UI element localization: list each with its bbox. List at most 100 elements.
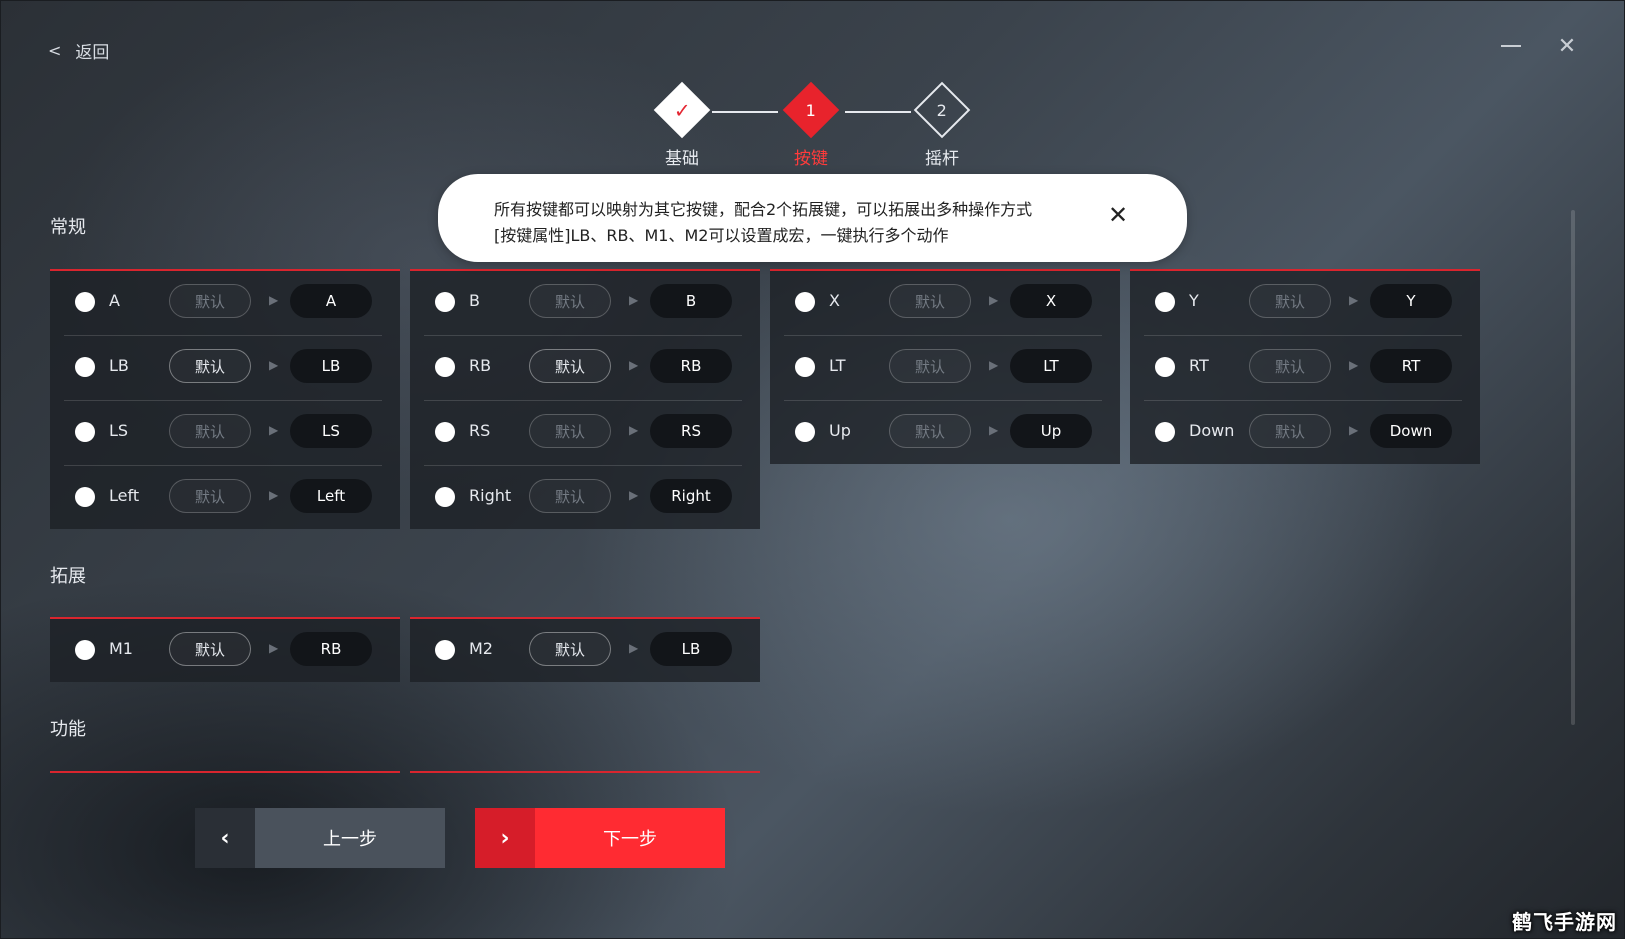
key-name: LS	[109, 421, 129, 440]
mapped-key-pill[interactable]: RB	[290, 632, 372, 666]
arrow-right-icon: ▶	[1349, 358, 1359, 372]
key-name: M1	[109, 639, 133, 658]
default-pill[interactable]: 默认	[169, 414, 251, 448]
mapped-key-pill[interactable]: B	[650, 284, 732, 318]
key-row: M1 默认 ▶ RB	[50, 619, 400, 684]
mapped-key-pill[interactable]: A	[290, 284, 372, 318]
mapped-key-pill[interactable]: LS	[290, 414, 372, 448]
key-radio[interactable]	[435, 292, 455, 312]
default-pill[interactable]: 默认	[529, 479, 611, 513]
arrow-right-icon: ▶	[989, 293, 999, 307]
key-radio[interactable]	[75, 640, 95, 660]
key-row: X 默认 ▶ X	[770, 271, 1120, 336]
key-radio[interactable]	[75, 487, 95, 507]
key-radio[interactable]	[75, 357, 95, 377]
chevron-left-icon: <	[48, 41, 62, 60]
mapped-key-pill[interactable]: Down	[1370, 414, 1452, 448]
key-radio[interactable]	[795, 357, 815, 377]
mapped-key-pill[interactable]: LB	[650, 632, 732, 666]
key-radio[interactable]	[75, 292, 95, 312]
tooltip-close-button[interactable]: ✕	[1108, 201, 1128, 229]
step-todo-diamond: 2	[913, 81, 971, 139]
key-radio[interactable]	[1155, 292, 1175, 312]
next-step-button[interactable]: › 下一步	[475, 808, 725, 868]
default-pill[interactable]: 默认	[1249, 414, 1331, 448]
prev-step-button[interactable]: ‹ 上一步	[195, 808, 445, 868]
arrow-right-icon: ▶	[989, 358, 999, 372]
mapped-key-pill[interactable]: X	[1010, 284, 1092, 318]
mapped-key-pill[interactable]: RT	[1370, 349, 1452, 383]
arrow-right-icon: ▶	[269, 641, 279, 655]
key-row: RB 默认 ▶ RB	[410, 336, 760, 401]
arrow-right-icon: ▶	[269, 293, 279, 307]
default-pill[interactable]: 默认	[169, 632, 251, 666]
key-radio[interactable]	[1155, 357, 1175, 377]
key-name: Right	[469, 486, 512, 505]
mapped-key-pill[interactable]: Up	[1010, 414, 1092, 448]
key-name: Y	[1189, 291, 1199, 310]
key-row: Up 默认 ▶ Up	[770, 401, 1120, 466]
key-radio[interactable]	[435, 640, 455, 660]
minimize-button[interactable]	[1497, 34, 1525, 58]
default-pill[interactable]: 默认	[529, 284, 611, 318]
arrow-right-icon: ▶	[629, 423, 639, 437]
mapped-key-pill[interactable]: LT	[1010, 349, 1092, 383]
mapped-key-pill[interactable]: RB	[650, 349, 732, 383]
key-row: M2 默认 ▶ LB	[410, 619, 760, 684]
default-pill[interactable]: 默认	[889, 414, 971, 448]
close-window-button[interactable]: ✕	[1553, 33, 1581, 59]
key-row: Left 默认 ▶ Left	[50, 466, 400, 531]
default-pill[interactable]: 默认	[529, 349, 611, 383]
key-name: A	[109, 291, 120, 310]
key-radio[interactable]	[1155, 422, 1175, 442]
default-pill[interactable]: 默认	[529, 632, 611, 666]
step-basic[interactable]: ✓ 基础	[652, 80, 712, 169]
arrow-right-icon: ▶	[629, 293, 639, 307]
key-radio[interactable]	[435, 422, 455, 442]
extend-panel: M2 默认 ▶ LB	[410, 617, 760, 682]
section-title-extend: 拓展	[50, 566, 86, 587]
default-pill[interactable]: 默认	[1249, 284, 1331, 318]
function-panel	[410, 771, 760, 773]
mapped-key-pill[interactable]: Left	[290, 479, 372, 513]
key-radio[interactable]	[435, 487, 455, 507]
key-radio[interactable]	[795, 292, 815, 312]
key-row: RT 默认 ▶ RT	[1130, 336, 1480, 401]
key-name: LB	[109, 356, 129, 375]
chevron-right-icon: ›	[475, 808, 535, 868]
key-row: LS 默认 ▶ LS	[50, 401, 400, 466]
close-icon: ✕	[1557, 33, 1577, 59]
key-name: LT	[829, 356, 846, 375]
key-name: Down	[1189, 421, 1235, 440]
default-pill[interactable]: 默认	[889, 284, 971, 318]
step-label: 摇杆	[925, 149, 959, 169]
step-label: 按键	[794, 149, 828, 169]
key-row: LB 默认 ▶ LB	[50, 336, 400, 401]
default-pill[interactable]: 默认	[1249, 349, 1331, 383]
mapped-key-pill[interactable]: RS	[650, 414, 732, 448]
tooltip-line: 所有按键都可以映射为其它按键，配合2个拓展键，可以拓展出多种操作方式	[494, 200, 1033, 219]
mapped-key-pill[interactable]: Right	[650, 479, 732, 513]
key-radio[interactable]	[75, 422, 95, 442]
key-row: Right 默认 ▶ Right	[410, 466, 760, 531]
back-button[interactable]: < 返回	[48, 38, 109, 63]
step-number: 2	[936, 100, 948, 120]
key-row: LT 默认 ▶ LT	[770, 336, 1120, 401]
default-pill[interactable]: 默认	[169, 284, 251, 318]
key-radio[interactable]	[435, 357, 455, 377]
default-pill[interactable]: 默认	[169, 479, 251, 513]
key-name: RT	[1189, 356, 1209, 375]
step-keys[interactable]: 1 按键	[781, 80, 841, 169]
mapped-key-pill[interactable]: LB	[290, 349, 372, 383]
mapped-key-pill[interactable]: Y	[1370, 284, 1452, 318]
default-pill[interactable]: 默认	[889, 349, 971, 383]
step-connector	[712, 111, 778, 113]
default-pill[interactable]: 默认	[529, 414, 611, 448]
arrow-right-icon: ▶	[269, 423, 279, 437]
key-radio[interactable]	[795, 422, 815, 442]
scrollbar[interactable]	[1571, 210, 1575, 725]
step-stick[interactable]: 2 摇杆	[912, 80, 972, 169]
arrow-right-icon: ▶	[269, 358, 279, 372]
key-row: B 默认 ▶ B	[410, 271, 760, 336]
default-pill[interactable]: 默认	[169, 349, 251, 383]
